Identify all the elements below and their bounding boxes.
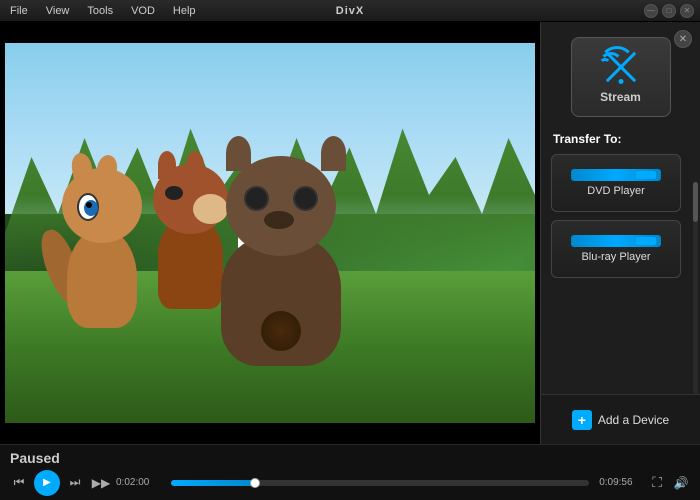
close-button[interactable]: ✕ [680, 4, 694, 18]
squirrel-body [67, 228, 137, 328]
scrollbar-thumb[interactable] [693, 182, 698, 222]
menu-help[interactable]: Help [169, 3, 200, 19]
playback-status: Paused [10, 450, 60, 466]
play-button[interactable]: ▶ [34, 470, 60, 496]
creature-big [206, 166, 366, 366]
add-device-area[interactable]: + Add a Device [541, 394, 700, 444]
big-ear-right [321, 136, 346, 171]
big-head [226, 156, 336, 256]
stream-icon [599, 50, 643, 84]
wifi-arc-small [599, 58, 611, 70]
bluray-player-icon [571, 235, 661, 247]
menu-vod[interactable]: VOD [127, 3, 159, 19]
status-bar: Paused [0, 448, 700, 468]
maximize-button[interactable]: □ [662, 4, 676, 18]
add-device-label: Add a Device [598, 413, 669, 427]
main-container: ✕ Stream Transfer To: DVD P [0, 22, 700, 500]
video-scene [5, 43, 535, 423]
panel-close-button[interactable]: ✕ [674, 30, 692, 48]
dvd-player-label: DVD Player [587, 185, 644, 197]
device-bluray-player[interactable]: Blu-ray Player [551, 220, 681, 278]
big-held-object [261, 311, 301, 351]
device-dvd-player[interactable]: DVD Player [551, 154, 681, 212]
big-eye-right [293, 186, 318, 211]
squirrel-pupil [84, 200, 98, 216]
menu-bar: File View Tools VOD Help [6, 3, 200, 19]
fast-fwd-button[interactable]: ▶▶ [90, 472, 112, 494]
skip-fwd-button[interactable]: ⏭ [64, 472, 86, 494]
playback-controls: ⏮ ▶ ⏭ ▶▶ 0:02:00 0:09:56 ⛶ 🔊 [0, 468, 700, 498]
menu-view[interactable]: View [42, 3, 74, 19]
bottom-bar: Paused ⏮ ▶ ⏭ ▶▶ 0:02:00 0:09:56 ⛶ 🔊 [0, 444, 700, 500]
window-controls: — □ ✕ [644, 4, 694, 18]
title-bar: File View Tools VOD Help DivX — □ ✕ [0, 0, 700, 22]
stream-button[interactable]: Stream [571, 37, 671, 117]
menu-file[interactable]: File [6, 3, 32, 19]
creature-squirrel [47, 178, 167, 328]
devices-list: DVD Player Blu-ray Player [541, 154, 700, 394]
wifi-dot [618, 79, 623, 84]
volume-button[interactable]: 🔊 [670, 472, 692, 494]
devices-scrollbar[interactable] [693, 182, 698, 394]
big-eye-left [244, 186, 269, 211]
big-nose [264, 211, 294, 229]
progress-bar[interactable] [171, 480, 589, 486]
add-device-icon: + [572, 410, 592, 430]
progress-fill [171, 480, 255, 486]
bluray-player-label: Blu-ray Player [581, 251, 650, 263]
content-area: ✕ Stream Transfer To: DVD P [0, 22, 700, 444]
video-frame [5, 43, 535, 423]
minimize-button[interactable]: — [644, 4, 658, 18]
progress-handle[interactable] [250, 478, 260, 488]
time-total: 0:09:56 [599, 477, 644, 488]
transfer-to-label: Transfer To: [541, 127, 700, 154]
app-title: DivX [336, 5, 364, 17]
squirrel-iris [86, 202, 92, 208]
squirrel-eye [77, 193, 99, 221]
skip-back-button[interactable]: ⏮ [8, 472, 30, 494]
time-current: 0:02:00 [116, 477, 161, 488]
stream-label: Stream [600, 90, 641, 104]
video-area[interactable] [0, 22, 540, 444]
dvd-player-icon [571, 169, 661, 181]
fullscreen-button[interactable]: ⛶ [648, 472, 666, 493]
menu-tools[interactable]: Tools [83, 3, 117, 19]
right-panel: ✕ Stream Transfer To: DVD P [540, 22, 700, 444]
squirrel-head [62, 168, 142, 243]
